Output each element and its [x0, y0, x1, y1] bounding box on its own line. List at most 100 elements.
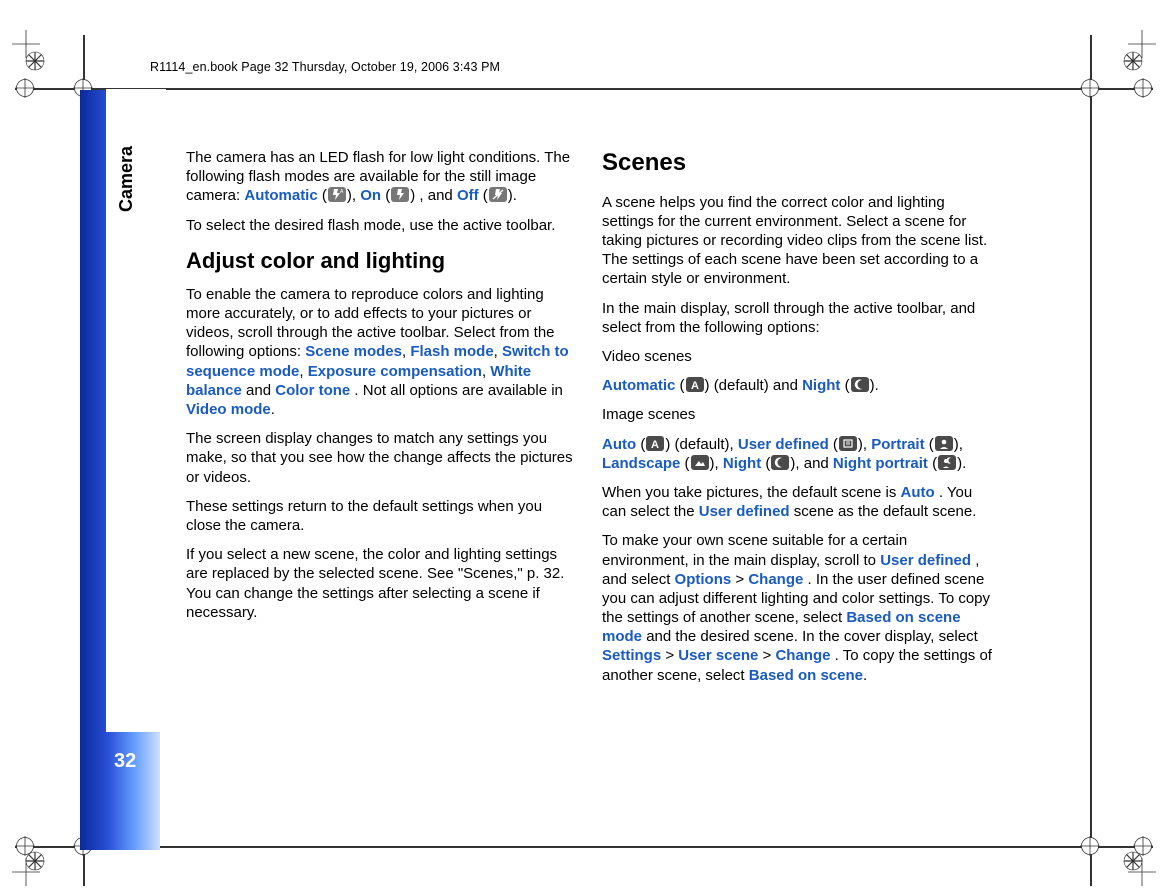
scenes-p2: In the main display, scroll through the …	[602, 299, 992, 337]
ui-label: User defined	[699, 503, 790, 520]
crosshair-icon	[1133, 78, 1153, 98]
ui-label: Color tone	[275, 382, 350, 399]
ui-label: User defined	[880, 552, 971, 569]
image-scenes-label: Image scenes	[602, 405, 992, 424]
text: ).	[957, 455, 966, 472]
text: ).	[508, 187, 517, 204]
crosshair-icon	[15, 78, 35, 98]
registration-icon	[24, 50, 46, 72]
text: (default),	[675, 436, 738, 453]
scene-portrait-icon	[935, 436, 953, 451]
text: ,	[494, 343, 502, 360]
default-scene: When you take pictures, the default scen…	[602, 483, 992, 521]
flash-auto-icon: A	[328, 187, 346, 202]
page-number: 32	[114, 750, 136, 773]
scene-auto-icon: A	[646, 436, 664, 451]
ui-label: Night	[723, 455, 761, 472]
text: (	[833, 436, 838, 453]
ui-label: Portrait	[871, 436, 924, 453]
text: (	[845, 377, 850, 394]
video-scenes-line: Automatic ( A) (default) and Night ().	[602, 376, 992, 395]
text: To make your own scene suitable for a ce…	[602, 532, 907, 568]
scene-night-icon	[851, 377, 869, 392]
own-scene: To make your own scene suitable for a ce…	[602, 531, 992, 685]
adjust-p2: The screen display changes to match any …	[186, 429, 576, 487]
text: (	[765, 455, 770, 472]
ui-label: Video mode	[186, 401, 271, 418]
crosshair-icon	[1133, 836, 1153, 856]
text: )	[410, 187, 415, 204]
text: >	[665, 647, 678, 664]
crosshair-icon	[1080, 836, 1100, 856]
scene-user-icon	[839, 436, 857, 451]
crop-line-bottom	[15, 846, 1153, 848]
text: ),	[954, 436, 963, 453]
flash-intro: The camera has an LED flash for low ligh…	[186, 148, 576, 206]
ui-label: Settings	[602, 647, 661, 664]
flash-on-icon	[391, 187, 409, 202]
ui-label: Landscape	[602, 455, 680, 472]
text: (default) and	[714, 377, 802, 394]
text: and the desired scene. In the cover disp…	[646, 628, 978, 645]
svg-text:A: A	[691, 380, 699, 391]
ui-label: Flash mode	[410, 343, 493, 360]
svg-text:A: A	[340, 189, 344, 195]
text: ),	[858, 436, 871, 453]
text: (	[680, 377, 685, 394]
section-label: Camera	[116, 146, 137, 212]
ui-label: Off	[457, 187, 479, 204]
crop-line-top	[15, 88, 1153, 90]
ui-label: Change	[775, 647, 830, 664]
ui-label: Scene modes	[305, 343, 402, 360]
image-scenes-line: Auto (A) (default), User defined (), Por…	[602, 435, 992, 473]
registration-icon	[1122, 50, 1144, 72]
ui-label: Automatic	[602, 377, 675, 394]
scene-auto-icon: A	[686, 377, 704, 392]
text: (	[929, 436, 934, 453]
svg-text:A: A	[651, 439, 659, 450]
text: .	[271, 401, 275, 418]
text: ),	[347, 187, 360, 204]
heading-scenes: Scenes	[602, 148, 992, 179]
header-meta: R1114_en.book Page 32 Thursday, October …	[150, 60, 500, 74]
text: (	[322, 187, 327, 204]
adjust-p3: These settings return to the default set…	[186, 497, 576, 535]
adjust-p4: If you select a new scene, the color and…	[186, 545, 576, 622]
ui-label: Night portrait	[833, 455, 928, 472]
crop-line-right	[1090, 35, 1092, 886]
flash-select: To select the desired flash mode, use th…	[186, 216, 576, 235]
text: ).	[870, 377, 879, 394]
ui-label: Auto	[901, 484, 935, 501]
text: . Not all options are available in	[354, 382, 562, 399]
adjust-p1: To enable the camera to reproduce colors…	[186, 285, 576, 419]
text: (	[385, 187, 390, 204]
text: >	[735, 571, 748, 588]
text: ), and	[790, 455, 833, 472]
crosshair-icon	[15, 836, 35, 856]
text: ),	[710, 455, 723, 472]
text: (	[640, 436, 645, 453]
scene-night-portrait-icon	[938, 455, 956, 470]
ui-label: Options	[675, 571, 732, 588]
text: (	[932, 455, 937, 472]
text: scene as the default scene.	[794, 503, 977, 520]
text: )	[705, 377, 710, 394]
flash-off-icon	[489, 187, 507, 202]
text: >	[763, 647, 776, 664]
text: (	[685, 455, 690, 472]
ui-label: User scene	[678, 647, 758, 664]
text: )	[665, 436, 670, 453]
ui-label: Automatic	[244, 187, 317, 204]
scene-landscape-icon	[691, 455, 709, 470]
text: When you take pictures, the default scen…	[602, 484, 901, 501]
ui-label: Based on scene	[749, 667, 863, 684]
ui-label: Night	[802, 377, 840, 394]
ui-label: Exposure compensation	[308, 363, 482, 380]
ui-label: User defined	[738, 436, 829, 453]
scene-night-icon	[771, 455, 789, 470]
heading-adjust: Adjust color and lighting	[186, 247, 576, 275]
text: ,	[299, 363, 307, 380]
text: and	[246, 382, 275, 399]
text: (	[483, 187, 488, 204]
text: , and	[419, 187, 457, 204]
